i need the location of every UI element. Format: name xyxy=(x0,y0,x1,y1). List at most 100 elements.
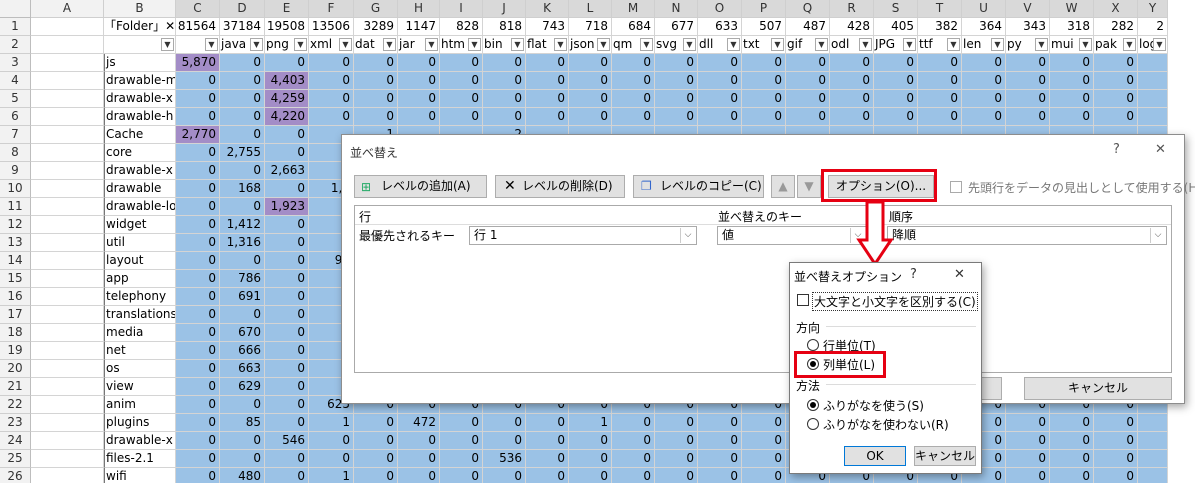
cell-b24[interactable]: drawable-x xyxy=(104,432,176,450)
row-header-16[interactable]: 16 xyxy=(0,288,31,306)
cell-a19[interactable] xyxy=(31,342,104,360)
cell-x6[interactable]: 0 xyxy=(1094,108,1138,126)
column-header-v[interactable]: V xyxy=(1006,0,1050,18)
cell-m24[interactable]: 0 xyxy=(612,432,655,450)
cell-e21[interactable]: 0 xyxy=(265,378,309,396)
cell-e4[interactable]: 4,403 xyxy=(265,72,309,90)
cell-y5[interactable] xyxy=(1138,90,1168,108)
cell-o4[interactable]: 0 xyxy=(698,72,742,90)
cell-p4[interactable]: 0 xyxy=(742,72,786,90)
cell-v24[interactable]: 0 xyxy=(1006,432,1050,450)
cell-d7[interactable]: 0 xyxy=(220,126,265,144)
cell-d12[interactable]: 1,412 xyxy=(220,216,265,234)
cell-f25[interactable]: 0 xyxy=(309,450,354,468)
cell-u6[interactable]: 0 xyxy=(962,108,1006,126)
cell-g24[interactable]: 0 xyxy=(354,432,398,450)
cell-w3[interactable]: 0 xyxy=(1050,54,1094,72)
cell-g2[interactable]: dat ▼ xyxy=(354,36,398,54)
cell-m1[interactable]: 684 xyxy=(612,18,655,36)
cell-w25[interactable]: 0 xyxy=(1050,450,1094,468)
cell-h23[interactable]: 472 xyxy=(398,414,440,432)
cell-j1[interactable]: 818 xyxy=(483,18,526,36)
cell-k2[interactable]: flat ▼ xyxy=(526,36,569,54)
cell-c2[interactable]: ▼ xyxy=(176,36,220,54)
filter-dropdown-icon[interactable]: ▼ xyxy=(1123,38,1136,51)
cell-f1[interactable]: 13506 xyxy=(309,18,354,36)
cell-q4[interactable]: 0 xyxy=(786,72,830,90)
column-select[interactable]: 行 1 ⌵ xyxy=(469,226,697,245)
cell-l23[interactable]: 1 xyxy=(569,414,612,432)
column-header-y[interactable]: Y xyxy=(1138,0,1168,18)
row-header-2[interactable]: 2 xyxy=(0,36,31,54)
cell-d13[interactable]: 1,316 xyxy=(220,234,265,252)
cell-r3[interactable]: 0 xyxy=(830,54,874,72)
cell-f24[interactable]: 0 xyxy=(309,432,354,450)
cell-c25[interactable]: 0 xyxy=(176,450,220,468)
cell-d6[interactable]: 0 xyxy=(220,108,265,126)
filter-dropdown-icon[interactable]: ▼ xyxy=(339,38,352,51)
cell-f6[interactable]: 0 xyxy=(309,108,354,126)
cell-s4[interactable]: 0 xyxy=(874,72,918,90)
cell-l1[interactable]: 718 xyxy=(569,18,612,36)
column-header-q[interactable]: Q xyxy=(786,0,830,18)
order-select[interactable]: 降順 ⌵ xyxy=(887,226,1167,245)
sort-key-select[interactable]: 値 ⌵ xyxy=(717,226,867,245)
row-header-26[interactable]: 26 xyxy=(0,468,31,483)
cell-v2[interactable]: py ▼ xyxy=(1006,36,1050,54)
cell-v3[interactable]: 0 xyxy=(1006,54,1050,72)
cell-o6[interactable]: 0 xyxy=(698,108,742,126)
cell-c5[interactable]: 0 xyxy=(176,90,220,108)
filter-dropdown-icon[interactable]: ▼ xyxy=(250,38,263,51)
cell-g1[interactable]: 3289 xyxy=(354,18,398,36)
cell-i6[interactable]: 0 xyxy=(440,108,483,126)
cell-w4[interactable]: 0 xyxy=(1050,72,1094,90)
cell-k3[interactable]: 0 xyxy=(526,54,569,72)
copy-level-button[interactable]: ❐ レベルのコピー(C) xyxy=(633,175,764,198)
delete-level-button[interactable]: ✕ レベルの削除(D) xyxy=(495,175,625,198)
cell-e3[interactable]: 0 xyxy=(265,54,309,72)
cell-i2[interactable]: htm ▼ xyxy=(440,36,483,54)
cell-e14[interactable]: 0 xyxy=(265,252,309,270)
cell-s3[interactable]: 0 xyxy=(874,54,918,72)
cell-a12[interactable] xyxy=(31,216,104,234)
cell-d10[interactable]: 168 xyxy=(220,180,265,198)
cell-p2[interactable]: txt ▼ xyxy=(742,36,786,54)
cell-o24[interactable]: 0 xyxy=(698,432,742,450)
cell-c26[interactable]: 0 xyxy=(176,468,220,483)
options-ok-button[interactable]: OK xyxy=(844,446,906,466)
cell-k23[interactable]: 0 xyxy=(526,414,569,432)
cell-c15[interactable]: 0 xyxy=(176,270,220,288)
cell-d5[interactable]: 0 xyxy=(220,90,265,108)
cell-f26[interactable]: 1 xyxy=(309,468,354,483)
cell-i1[interactable]: 828 xyxy=(440,18,483,36)
cell-d18[interactable]: 670 xyxy=(220,324,265,342)
cell-d3[interactable]: 0 xyxy=(220,54,265,72)
cell-e6[interactable]: 4,220 xyxy=(265,108,309,126)
column-header-h[interactable]: H xyxy=(398,0,440,18)
cell-d22[interactable]: 0 xyxy=(220,396,265,414)
row-header-6[interactable]: 6 xyxy=(0,108,31,126)
cell-a2[interactable] xyxy=(31,36,104,54)
cell-j3[interactable]: 0 xyxy=(483,54,526,72)
filter-dropdown-icon[interactable]: ▼ xyxy=(859,38,872,51)
sort-cancel-button[interactable]: キャンセル xyxy=(1024,377,1172,400)
cell-c23[interactable]: 0 xyxy=(176,414,220,432)
cell-e26[interactable]: 0 xyxy=(265,468,309,483)
cell-m2[interactable]: qm ▼ xyxy=(612,36,655,54)
cell-n3[interactable]: 0 xyxy=(655,54,698,72)
cell-b3[interactable]: js xyxy=(104,54,176,72)
column-header-d[interactable]: D xyxy=(220,0,265,18)
cell-b23[interactable]: plugins xyxy=(104,414,176,432)
cell-t5[interactable]: 0 xyxy=(918,90,962,108)
direction-rows-radio[interactable] xyxy=(807,339,819,351)
cell-c17[interactable]: 0 xyxy=(176,306,220,324)
cell-b26[interactable]: wifi xyxy=(104,468,176,483)
cell-g4[interactable]: 0 xyxy=(354,72,398,90)
cell-f2[interactable]: xml ▼ xyxy=(309,36,354,54)
cell-d2[interactable]: java ▼ xyxy=(220,36,265,54)
cell-l3[interactable]: 0 xyxy=(569,54,612,72)
cell-c13[interactable]: 0 xyxy=(176,234,220,252)
cell-e7[interactable]: 0 xyxy=(265,126,309,144)
filter-dropdown-icon[interactable]: ▼ xyxy=(640,38,653,51)
cell-t1[interactable]: 382 xyxy=(918,18,962,36)
